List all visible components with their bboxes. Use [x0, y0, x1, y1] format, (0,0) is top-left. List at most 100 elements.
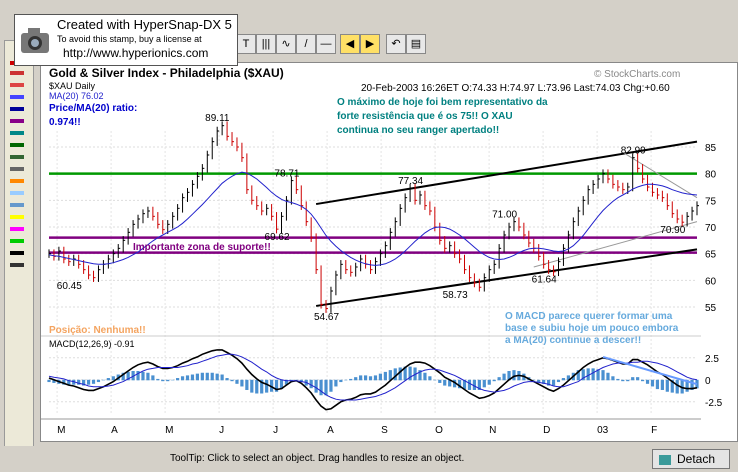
watermark: © StockCharts.com: [594, 69, 680, 80]
price-header: 20-Feb-2003 16:26ET O:74.33 H:74.97 L:73…: [361, 83, 670, 94]
y-axis: 55 60 65 70 75 80 85: [705, 143, 717, 314]
macd-hist-bar: [383, 371, 387, 381]
drawing-toolbar: T ||| ∿ / — ◀ ▶ ↶ ▤: [236, 34, 426, 56]
annotation-main: O máximo de hoje foi bem representativo …: [337, 97, 548, 136]
chart-panel: Gold & Silver Index - Philadelphia ($XAU…: [40, 62, 738, 442]
macd-hist-bar: [660, 379, 664, 390]
macd-comment: O MACD parece querer formar umabase e su…: [505, 311, 679, 346]
price-label: 82.99: [621, 146, 646, 157]
x-tick-label: J: [273, 425, 278, 436]
y-tick-label: 70: [705, 223, 717, 234]
annotation-line: a MA(20) continue a descer!!: [505, 335, 641, 346]
text-tool-icon[interactable]: T: [236, 34, 256, 54]
y-tick-label: 60: [705, 276, 717, 287]
swatch-red-3[interactable]: [10, 83, 24, 87]
macd-hist-bar: [349, 378, 353, 381]
arrow-left-icon[interactable]: ◀: [340, 34, 360, 54]
swatch-steel-blue[interactable]: [10, 203, 24, 207]
macd-hist-bar: [215, 373, 219, 381]
macd-hist-bar: [86, 379, 91, 385]
macd-hist-bar: [205, 372, 209, 381]
undo-icon[interactable]: ↶: [386, 34, 406, 54]
macd-hist-bar: [354, 377, 358, 381]
price-label: 70.90: [660, 225, 685, 236]
macd-hist-bar: [47, 379, 51, 383]
horizontal-line-icon[interactable]: —: [316, 34, 336, 54]
x-tick-label: A: [111, 425, 118, 436]
macd-hist-bar: [96, 379, 101, 383]
price-label: 71.00: [492, 210, 517, 221]
macd-hist-bar: [151, 375, 155, 381]
swatch-green[interactable]: [10, 143, 24, 147]
y-tick-label: 85: [705, 143, 717, 154]
trendline-icon[interactable]: /: [296, 34, 316, 54]
macd-hist-bar: [606, 372, 610, 381]
swatch-blue[interactable]: [10, 95, 24, 99]
macd-hist-bar: [185, 375, 190, 381]
macd-y-axis: 2.5 0 -2.5: [705, 354, 723, 409]
swatch-dark-green[interactable]: [10, 155, 24, 159]
x-tick-label: J: [219, 425, 224, 436]
swatch-lime[interactable]: [10, 239, 24, 243]
macd-hist-bar: [245, 379, 249, 390]
annotation-line: O MACD parece querer formar uma: [505, 311, 673, 322]
detach-icon: [659, 454, 671, 465]
color-palette: [4, 40, 34, 452]
macd-hist-bar: [101, 379, 106, 381]
macd-hist-bar: [319, 379, 323, 396]
position-label: Posição: Nenhuma!!: [49, 325, 146, 336]
macd-hist-bar: [180, 376, 185, 381]
swatch-navy[interactable]: [10, 107, 24, 111]
detach-label: Detach: [677, 452, 716, 466]
macd-hist-bar: [551, 379, 556, 386]
detach-button[interactable]: Detach: [652, 449, 730, 469]
x-tick-label: A: [327, 425, 334, 436]
macd-hist-bar: [378, 373, 383, 381]
swatch-red-2[interactable]: [10, 71, 24, 75]
status-bar: ToolTip: Click to select an object. Drag…: [0, 446, 738, 470]
arrow-right-icon[interactable]: ▶: [360, 34, 380, 54]
swatch-charcoal[interactable]: [10, 263, 24, 267]
price-label: 78.71: [274, 169, 299, 180]
macd-hist-bar: [225, 378, 229, 381]
swatch-orange[interactable]: [10, 179, 24, 183]
macd-hist-bar: [616, 378, 620, 381]
macd-hist-bar: [220, 374, 224, 381]
line-chart-icon[interactable]: ∿: [276, 34, 296, 54]
macd-hist-bar: [502, 373, 506, 381]
macd-hist-bar: [359, 375, 363, 381]
legend-symbol: $XAU Daily: [49, 81, 96, 91]
swatch-gray[interactable]: [10, 167, 24, 171]
swatch-teal[interactable]: [10, 131, 24, 135]
chart-title: Gold & Silver Index - Philadelphia ($XAU…: [49, 66, 284, 80]
price-label: 54.67: [314, 312, 339, 323]
y-tick-label: 75: [705, 196, 717, 207]
y-tick-label: 65: [705, 250, 717, 261]
stamp-line-2: To avoid this stamp, buy a license at: [57, 34, 202, 44]
properties-icon[interactable]: ▤: [406, 34, 426, 54]
macd-hist-bar: [161, 379, 165, 382]
price-label: 77.34: [398, 176, 423, 187]
macd-hist-bar: [141, 371, 145, 381]
swatch-magenta[interactable]: [10, 227, 24, 231]
macd-hist-bar: [324, 379, 328, 396]
x-tick-label: O: [435, 425, 443, 436]
x-tick-label: M: [165, 425, 173, 436]
macd-hist-bar: [626, 379, 630, 382]
macd-hist-bar: [655, 379, 660, 390]
swatch-yellow[interactable]: [10, 215, 24, 219]
x-tick-label: N: [489, 425, 496, 436]
trend-upper-light: [622, 151, 698, 199]
swatch-black[interactable]: [10, 251, 24, 255]
support-resistance-lines: [49, 172, 697, 254]
macd-hist-bar: [329, 379, 333, 392]
macd-hist-bar: [190, 374, 195, 381]
swatch-light-blue[interactable]: [10, 191, 24, 195]
hypersnap-stamp: Created with HyperSnap-DX 5 To avoid thi…: [14, 14, 238, 66]
annotation-line: forte resistência que é os 75!! O XAU: [337, 111, 513, 122]
macd-hist-bar: [136, 371, 140, 381]
swatch-purple[interactable]: [10, 119, 24, 123]
macd-hist-bar: [512, 370, 516, 381]
price-bars: [48, 121, 699, 313]
vertical-lines-icon[interactable]: |||: [256, 34, 276, 54]
